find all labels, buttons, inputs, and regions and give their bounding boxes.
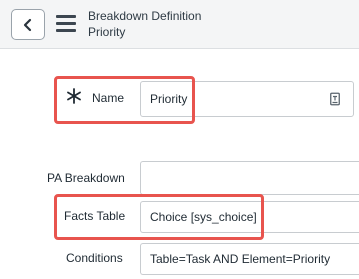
- form-header: Breakdown Definition Priority: [0, 0, 359, 49]
- record-type-title: Breakdown Definition: [88, 9, 202, 23]
- name-value: Priority: [150, 92, 188, 106]
- page-title: Breakdown Definition Priority: [88, 8, 201, 40]
- pa-breakdown-label: PA Breakdown: [47, 171, 125, 185]
- record-name-subtitle: Priority: [88, 25, 126, 39]
- conditions-value: Table=Task AND Element=Priority: [150, 252, 331, 266]
- conditions-field[interactable]: Table=Task AND Element=Priority: [140, 243, 359, 275]
- facts-table-label: Facts Table: [64, 209, 126, 223]
- conditions-label: Conditions: [66, 251, 123, 265]
- name-field[interactable]: Priority: [140, 81, 354, 117]
- name-label: Name: [92, 91, 125, 105]
- field-info-icon[interactable]: [330, 92, 340, 106]
- facts-table-field[interactable]: Choice [sys_choice]: [140, 201, 359, 233]
- form-page: Breakdown Definition Priority Name Prior…: [0, 0, 359, 279]
- facts-table-value: Choice [sys_choice]: [150, 210, 257, 224]
- required-asterisk-icon: [67, 88, 81, 104]
- back-button[interactable]: [11, 9, 45, 40]
- chevron-left-icon: [23, 18, 32, 31]
- pa-breakdown-field[interactable]: [140, 161, 359, 195]
- hamburger-menu-icon[interactable]: [56, 15, 76, 32]
